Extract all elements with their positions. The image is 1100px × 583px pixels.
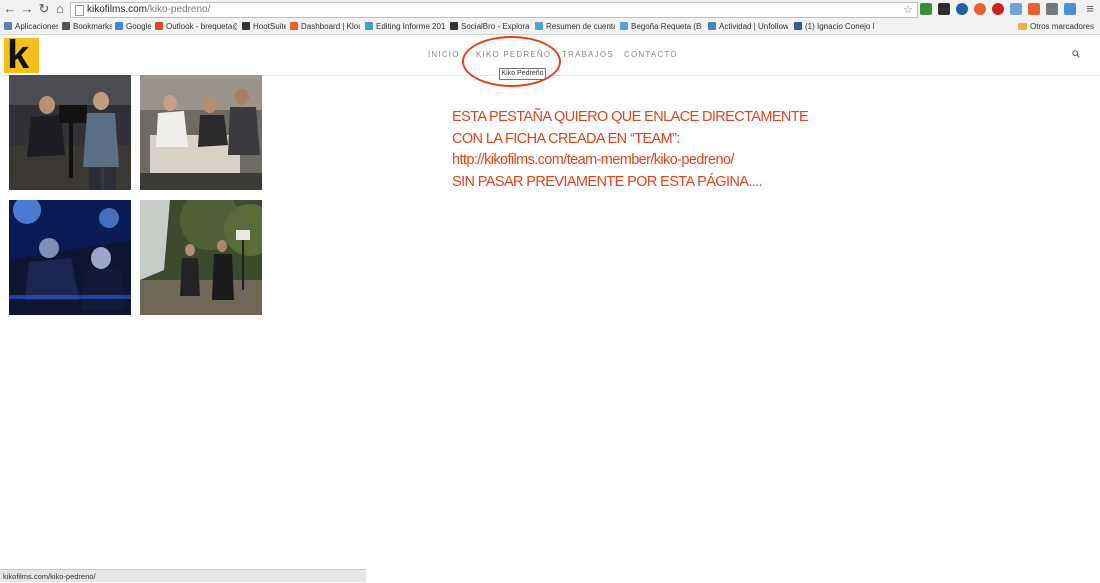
forward-arrow-icon[interactable]: → [20, 2, 34, 16]
annotation-line: CON LA FICHA CREADA EN “TEAM”: [452, 130, 680, 147]
extension-pinterest-icon[interactable] [992, 3, 1004, 15]
bookmark-editing-informe[interactable]: Editing Informe 2014 [365, 19, 445, 34]
annotation-note: ESTA PESTAÑA QUIERO QUE ENLACE DIRECTAME… [452, 107, 812, 193]
bookmark-unfollowers[interactable]: Actividad | Unfollowe [708, 19, 788, 34]
search-icon[interactable] [1072, 50, 1080, 58]
extension-chart-icon[interactable] [920, 3, 932, 15]
socialbro-icon [450, 22, 458, 30]
nav-trabajos[interactable]: TRABAJOS [562, 50, 614, 59]
bookmark-star-icon[interactable]: ☆ [903, 3, 913, 17]
extension-bird-icon[interactable] [1010, 3, 1022, 15]
facebook-icon [794, 22, 802, 30]
extension-klout-icon[interactable] [974, 3, 986, 15]
folder-icon [1017, 23, 1027, 30]
annotation-circle [462, 36, 561, 87]
photo-night-car-scene[interactable] [9, 200, 131, 315]
address-bar[interactable]: kikofilms.com/kiko-pedreno/ ☆ [70, 2, 918, 18]
bookmark-resumen-cuenta[interactable]: Resumen de cuenta d [535, 19, 615, 34]
site-logo[interactable]: k [4, 34, 39, 76]
star-icon [62, 22, 70, 30]
twitter-icon [620, 22, 628, 30]
extension-hootsuite-icon[interactable] [938, 3, 950, 15]
page-icon [75, 5, 84, 16]
twitter-icon [535, 22, 543, 30]
nav-inicio[interactable]: INICIO [428, 50, 460, 59]
google-icon [115, 22, 123, 30]
annotation-line: ESTA PESTAÑA QUIERO QUE ENLACE DIRECTAME… [452, 109, 809, 125]
bookmark-klout[interactable]: Dashboard | Klout [290, 19, 360, 34]
menu-icon[interactable]: ≡ [1083, 2, 1097, 16]
unfollow-icon [708, 22, 716, 30]
bookmark-outlook[interactable]: Outlook - brequeta@ [155, 19, 237, 34]
apps-grid-icon [4, 22, 12, 30]
annotation-line: http://kikofilms.com/team-member/kiko-pe… [452, 152, 734, 168]
bookmark-begona-requeta[interactable]: Begoña Requeta (BRC [620, 19, 702, 34]
nav-contacto[interactable]: CONTACTO [624, 50, 678, 59]
doc-icon [365, 22, 373, 30]
extension-window-icon[interactable] [1046, 3, 1058, 15]
klout-icon [290, 22, 298, 30]
browser-toolbar: ← → ↻ ⌂ kikofilms.com/kiko-pedreno/ ☆ ≡ [0, 0, 1100, 19]
photo-workshop-group[interactable] [140, 75, 262, 190]
bookmark-hootsuite[interactable]: HootSuite [242, 19, 286, 34]
photo-film-crew-camera[interactable] [9, 75, 131, 190]
bookmarks-bar: Aplicaciones Bookmarks Google Outlook - … [0, 19, 1100, 35]
annotation-line: SIN PASAR PREVIAMENTE POR ESTA PÁGINA...… [452, 173, 763, 190]
extension-analytics-icon[interactable] [1028, 3, 1040, 15]
extension-toggle-icon[interactable] [1064, 3, 1076, 15]
bookmark-other-folder[interactable]: Otros marcadores [1017, 19, 1094, 34]
address-url[interactable]: kikofilms.com/kiko-pedreno/ [87, 3, 210, 17]
bookmark-ignacio-conejo[interactable]: (1) Ignacio Conejo M [794, 19, 874, 34]
bookmark-apps[interactable]: Aplicaciones [4, 19, 58, 34]
photo-forest-shoot[interactable] [140, 200, 262, 315]
extension-c-icon[interactable] [956, 3, 968, 15]
bookmark-socialbro[interactable]: SocialBro - Explora tu [450, 19, 530, 34]
hootsuite-icon [242, 22, 250, 30]
status-bar: kikofilms.com/kiko-pedreno/ [0, 569, 366, 582]
bookmark-google[interactable]: Google [115, 19, 151, 34]
home-icon[interactable]: ⌂ [53, 2, 67, 16]
back-arrow-icon[interactable]: ← [3, 2, 17, 16]
outlook-icon [155, 22, 163, 30]
reload-icon[interactable]: ↻ [37, 2, 51, 16]
logo-letter: k [7, 33, 30, 77]
bookmark-bookmarks[interactable]: Bookmarks [62, 19, 112, 34]
